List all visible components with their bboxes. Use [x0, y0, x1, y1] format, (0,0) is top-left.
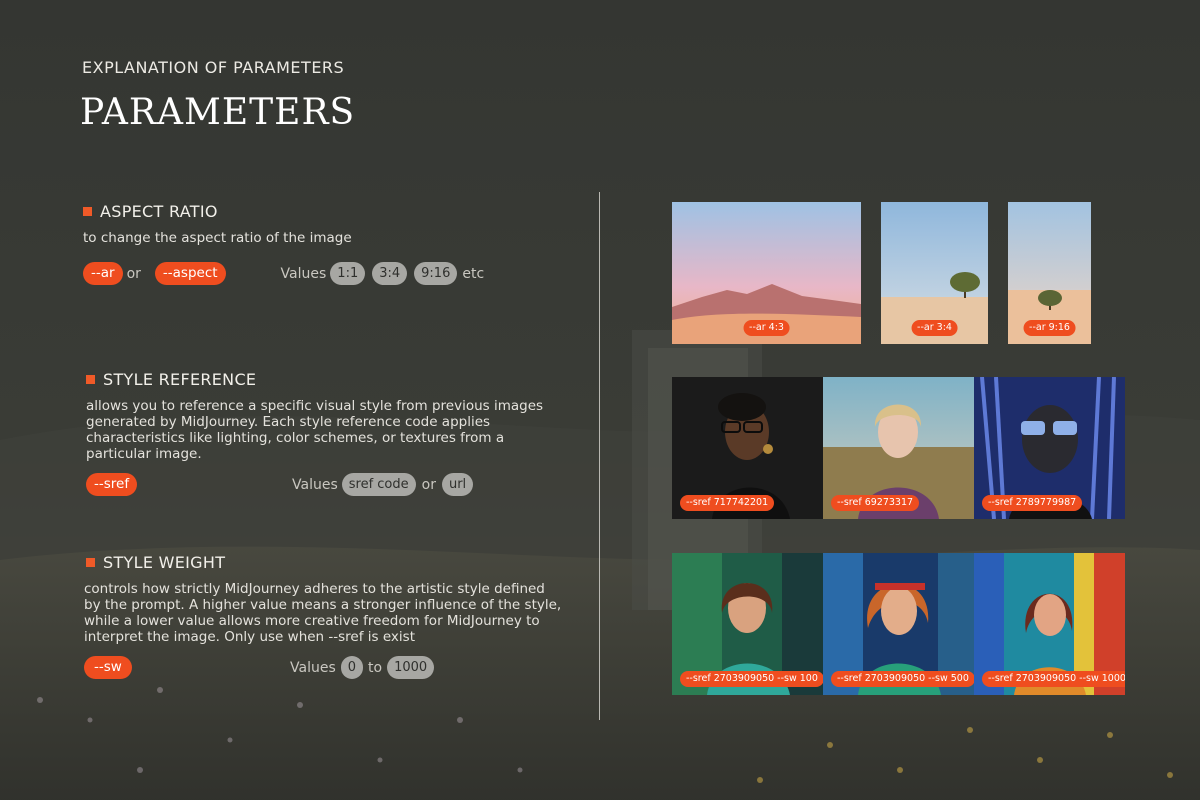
param-sw-tag: --sw: [84, 656, 132, 679]
description-line: generated by MidJourney. Each style refe…: [86, 414, 491, 430]
page-kicker: EXPLANATION OF PARAMETERS: [82, 58, 345, 77]
sref-example-1: --sref 717742201: [672, 377, 823, 519]
value-pill-3-4: 3:4: [372, 262, 408, 285]
value-pill-sref-code: sref code: [341, 473, 416, 496]
sref-example-3: --sref 2789779987: [974, 377, 1125, 519]
sw-caption-100: --sref 2703909050 --sw 100: [680, 671, 823, 687]
sref-caption-2: --sref 69273317: [831, 495, 920, 511]
or-label: or: [421, 476, 436, 493]
page-title: PARAMETERS: [80, 92, 356, 133]
vertical-divider: [599, 192, 600, 720]
to-label: to: [368, 659, 383, 676]
value-pill-1-1: 1:1: [330, 262, 366, 285]
description-line: allows you to reference a specific visua…: [86, 398, 544, 414]
style-reference-values: Values sref code or url: [292, 473, 474, 496]
aspect-ratio-params: --ar or --aspect Values 1:1 3:4 9:16 etc: [83, 262, 484, 285]
style-reference-heading: STYLE REFERENCE: [86, 370, 256, 389]
aspect-example-9-16: --ar 9:16: [1008, 202, 1091, 344]
aspect-ratio-heading: ASPECT RATIO: [83, 202, 218, 221]
aspect-ratio-description: to change the aspect ratio of the image: [83, 230, 352, 246]
sref-caption-3: --sref 2789779987: [982, 495, 1083, 511]
values-label: Values: [280, 265, 327, 282]
style-weight-heading-text: STYLE WEIGHT: [103, 553, 226, 572]
style-reference-params: --sref: [86, 473, 138, 496]
bullet-square-icon: [86, 375, 95, 384]
description-line: particular image.: [86, 446, 202, 462]
style-weight-params: --sw: [84, 656, 132, 679]
style-weight-description: controls how strictly MidJourney adheres…: [84, 581, 589, 645]
description-line: by the prompt. A higher value means a st…: [84, 597, 562, 613]
bullet-square-icon: [86, 558, 95, 567]
sw-example-100: --sref 2703909050 --sw 100: [672, 553, 823, 695]
or-label: or: [126, 265, 141, 282]
description-line: controls how strictly MidJourney adheres…: [84, 581, 545, 597]
sw-example-1000: --sref 2703909050 --sw 1000: [974, 553, 1125, 695]
values-label: Values: [290, 659, 336, 676]
value-pill-min: 0: [340, 656, 364, 679]
aspect-caption-4-3: --ar 4:3: [743, 320, 790, 336]
aspect-caption-9-16: --ar 9:16: [1023, 320, 1076, 336]
sw-example-500: --sref 2703909050 --sw 500: [823, 553, 974, 695]
style-reference-description: allows you to reference a specific visua…: [86, 398, 586, 462]
value-pill-9-16: 9:16: [414, 262, 458, 285]
description-line: characteristics like lighting, color sch…: [86, 430, 505, 446]
aspect-caption-3-4: --ar 3:4: [911, 320, 958, 336]
sw-caption-500: --sref 2703909050 --sw 500: [831, 671, 974, 687]
values-label: Values: [292, 476, 338, 493]
sw-caption-1000: --sref 2703909050 --sw 1000: [982, 671, 1125, 687]
style-weight-values: Values 0 to 1000: [290, 656, 435, 679]
description-line: interpret the image. Only use when --sre…: [84, 629, 415, 645]
aspect-example-4-3: --ar 4:3: [672, 202, 861, 344]
bullet-square-icon: [83, 207, 92, 216]
param-sref-tag: --sref: [86, 473, 138, 496]
value-pill-max: 1000: [387, 656, 435, 679]
sref-example-2: --sref 69273317: [823, 377, 974, 519]
aspect-ratio-heading-text: ASPECT RATIO: [100, 202, 218, 221]
etc-label: etc: [462, 265, 485, 282]
style-weight-heading: STYLE WEIGHT: [86, 553, 225, 572]
description-line: while a lower value allows more creative…: [84, 613, 540, 629]
aspect-example-3-4: --ar 3:4: [881, 202, 988, 344]
value-pill-url: url: [441, 473, 474, 496]
sref-caption-1: --sref 717742201: [680, 495, 775, 511]
param-ar-tag: --ar: [83, 262, 123, 285]
param-aspect-tag: --aspect: [154, 262, 226, 285]
style-reference-heading-text: STYLE REFERENCE: [103, 370, 257, 389]
